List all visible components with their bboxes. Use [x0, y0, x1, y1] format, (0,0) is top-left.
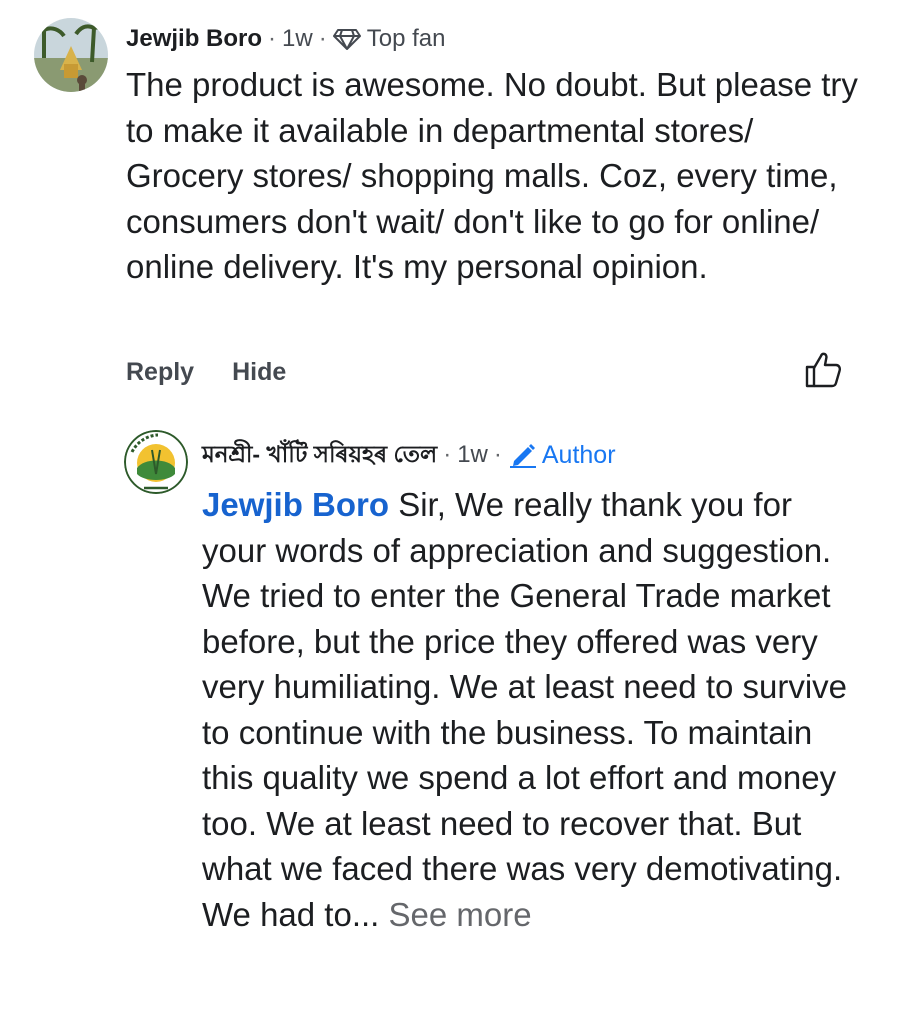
separator-dot: · — [268, 25, 277, 52]
reply-meta: মনশ্ৰী- খাঁটি সৰিয়হৰ তেল · 1w · Author — [202, 440, 616, 470]
timestamp[interactable]: 1w — [457, 441, 488, 469]
hide-button[interactable]: Hide — [232, 358, 286, 387]
separator-dot: · — [493, 441, 502, 468]
mention-link[interactable]: Jewjib Boro — [202, 486, 389, 523]
reply-button[interactable]: Reply — [126, 358, 194, 387]
separator-dot: · — [443, 441, 452, 468]
comment-meta: Jewjib Boro · 1w · Top fan — [126, 24, 445, 54]
comment-thread: Jewjib Boro · 1w · Top fan The product i… — [0, 0, 902, 1024]
reply-text-container: Jewjib Boro Sir, We really thank you for… — [202, 482, 862, 937]
top-fan-badge: Top fan — [366, 25, 446, 52]
diamond-icon — [332, 27, 361, 51]
separator-dot: · — [318, 25, 327, 52]
author-badge: Author — [541, 440, 616, 469]
pencil-icon — [508, 441, 538, 469]
logo-image — [124, 430, 188, 494]
reply-text: Sir, We really thank you for your words … — [202, 486, 848, 933]
timestamp[interactable]: 1w — [282, 25, 313, 53]
comment-actions: Reply Hide — [126, 352, 286, 392]
comment-text: The product is awesome. No doubt. But pl… — [126, 66, 858, 285]
avatar[interactable] — [34, 18, 108, 92]
page-avatar[interactable] — [124, 430, 188, 494]
see-more-link[interactable]: See more — [379, 896, 531, 933]
avatar-image — [34, 18, 108, 92]
page-author-name[interactable]: মনশ্ৰী- খাঁটি সৰিয়হৰ তেল — [202, 436, 437, 475]
author-name[interactable]: Jewjib Boro — [126, 25, 262, 53]
thumbs-up-icon[interactable] — [803, 350, 843, 390]
